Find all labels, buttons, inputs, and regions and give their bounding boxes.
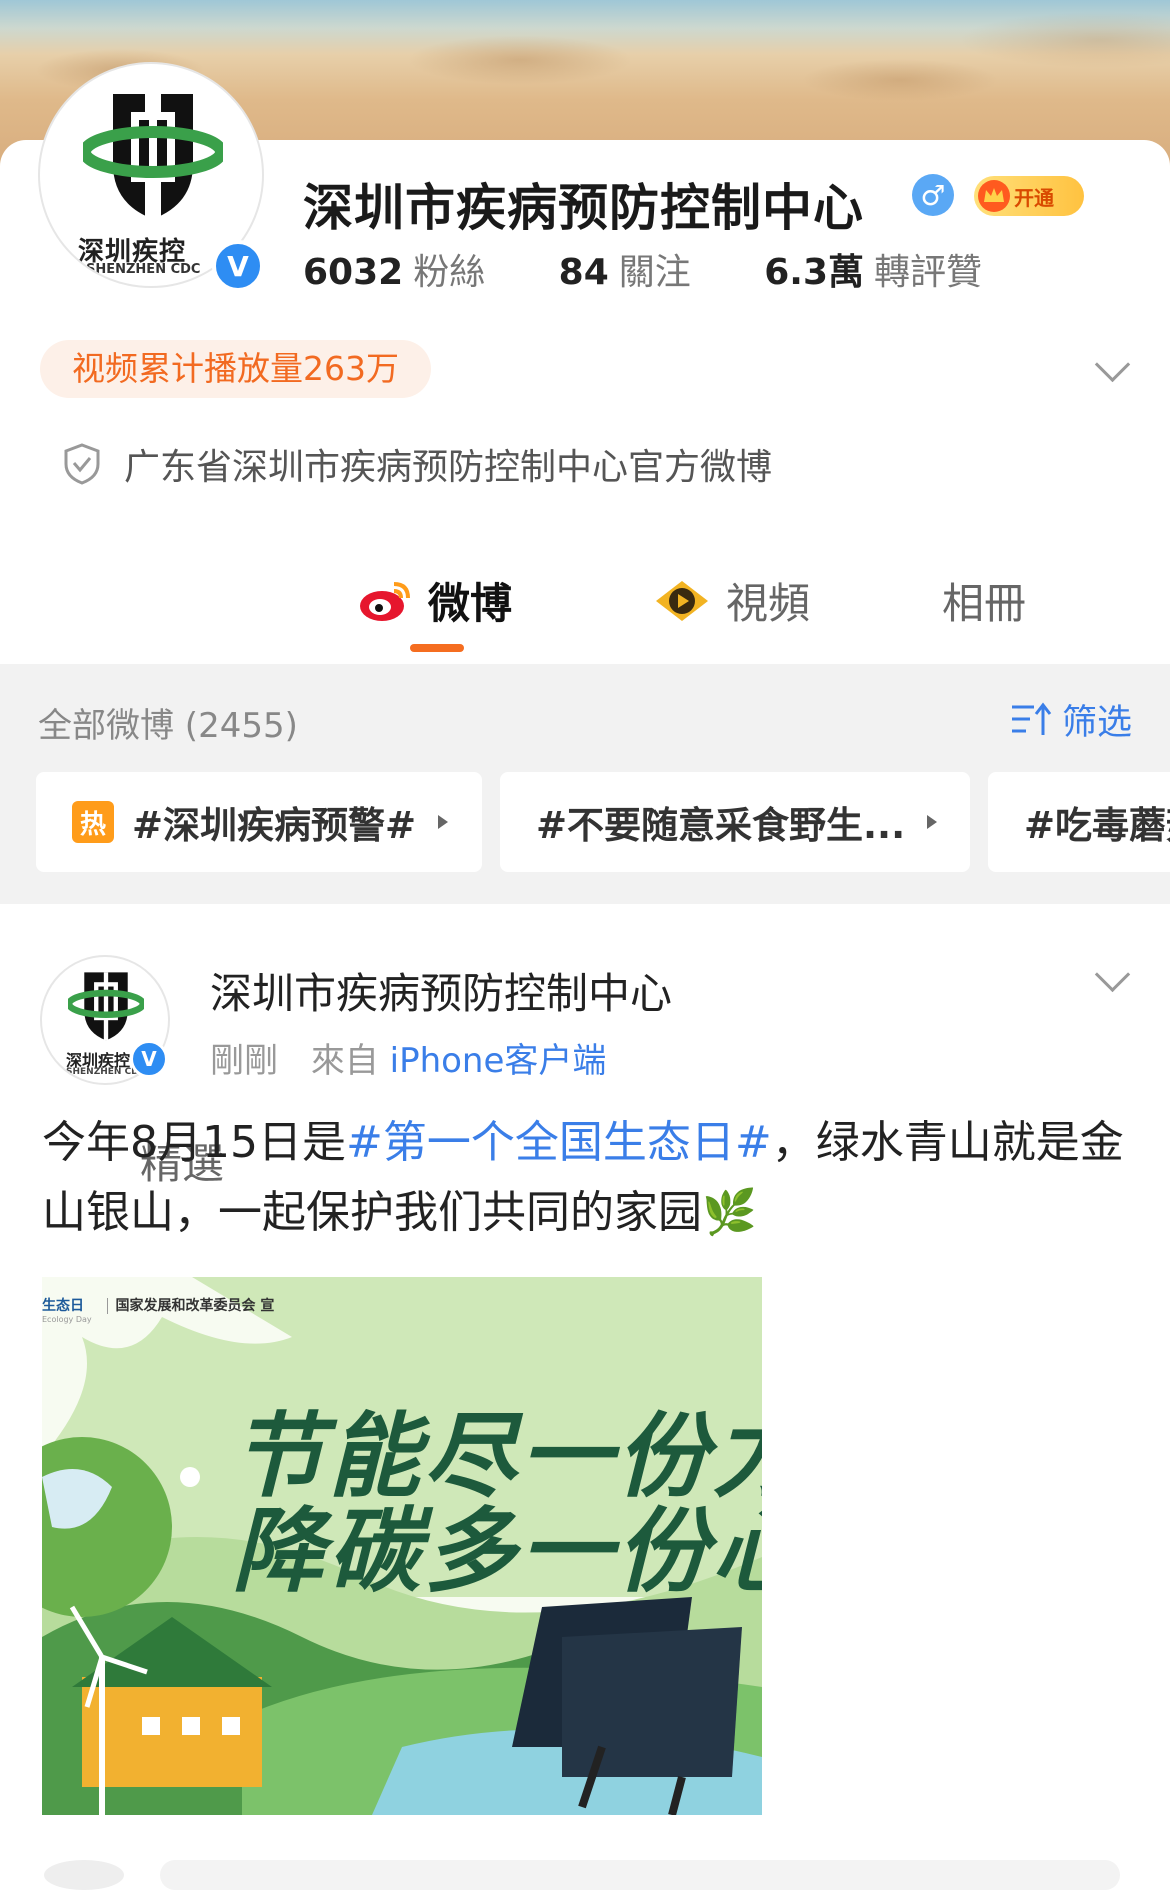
post-source-link[interactable]: iPhone客户端 — [390, 1041, 607, 1081]
poster-header-right: 国家发展和改革委员会 宣 — [106, 1298, 275, 1314]
topic-chip-1-label: #深圳疾病预警# — [132, 804, 417, 847]
play-triangle-icon — [438, 815, 449, 829]
weibo-logo-icon — [360, 581, 410, 621]
avatar-text-en: SHENZHEN CDC — [86, 262, 201, 277]
stat-interactions[interactable]: 6.3萬 轉評贊 — [764, 243, 982, 295]
post-hashtag-link[interactable]: #第一个全国生态日# — [346, 1117, 772, 1168]
stat-following[interactable]: 84 關注 — [559, 243, 691, 295]
tab-video-label: 視頻 — [726, 579, 811, 628]
profile-stats: 6032 粉絲 84 關注 6.3萬 轉評贊 — [303, 243, 982, 295]
filter-sort-icon — [1012, 702, 1052, 735]
hot-badge-icon: 热 — [72, 801, 114, 843]
post-menu-chevron-icon[interactable] — [1094, 956, 1131, 993]
cdc-logo-icon — [83, 94, 223, 219]
poster-header: 生态日 Ecology Day 国家发展和改革委员会 宣 — [42, 1295, 275, 1324]
shield-check-icon — [64, 443, 100, 485]
verified-badge-icon: V — [212, 240, 264, 292]
profile-description: 广东省深圳市疾病预防控制中心官方微博 — [62, 438, 772, 490]
post-text: 今年8月15日是#第一个全国生态日#，绿水青山就是金山银山，一起保护我们共同的家… — [42, 1108, 1132, 1248]
active-tab-indicator — [410, 644, 464, 652]
post-time: 剛剛 — [210, 1041, 278, 1081]
post-source-prefix: 來自 — [310, 1041, 379, 1081]
topic-chip-3[interactable]: #吃毒蘑菇 — [988, 772, 1170, 872]
vip-open-button[interactable]: 开通 — [974, 176, 1084, 216]
poster-headline-2: 降碳多一份心 — [232, 1498, 762, 1605]
description-text: 广东省深圳市疾病预防控制中心官方微博 — [124, 447, 773, 488]
male-gender-icon: ♂ — [912, 174, 954, 216]
filter-button-label: 筛选 — [1062, 703, 1133, 743]
weibo-count-label: 全部微博 (2455) — [38, 706, 298, 746]
filter-button[interactable]: 筛选 — [1010, 694, 1132, 745]
stat-followers[interactable]: 6032 粉絲 — [303, 243, 485, 295]
topic-chip-2-label: #不要随意采食野生... — [536, 804, 906, 847]
play-triangle-icon — [927, 815, 938, 829]
video-channel-icon — [656, 580, 708, 621]
tab-weibo[interactable]: 微博 — [358, 570, 512, 631]
tab-weibo-label: 微博 — [428, 579, 513, 628]
post-image[interactable]: 生态日 Ecology Day 国家发展和改革委员会 宣 节能尽一份力 降碳多一… — [42, 1277, 762, 1815]
topic-chip-2[interactable]: #不要随意采食野生... — [500, 772, 970, 872]
tab-video[interactable]: 視頻 — [652, 570, 810, 631]
tab-album[interactable]: 相冊 — [942, 570, 1026, 631]
plant-emoji-icon: 🌿 — [702, 1187, 757, 1238]
topic-chip-1[interactable]: 热 #深圳疾病预警# — [36, 772, 482, 872]
post-meta: 剛剛 來自 iPhone客户端 — [210, 1033, 606, 1082]
topic-chip-3-label: #吃毒蘑菇 — [1024, 804, 1170, 847]
poster-header-left: 生态日 — [42, 1298, 84, 1314]
verified-badge-icon: V — [130, 1040, 168, 1078]
vip-label: 开通 — [1014, 185, 1054, 210]
post-author-name[interactable]: 深圳市疾病预防控制中心 — [210, 960, 672, 1021]
video-play-count-tag[interactable]: 视频累计播放量263万 — [40, 340, 431, 398]
profile-name: 深圳市疾病预防控制中心 — [303, 179, 864, 237]
post-text-before: 今年8月15日是 — [42, 1117, 346, 1168]
poster-header-left-small: Ecology Day — [42, 1315, 92, 1324]
cdc-logo-icon — [68, 972, 144, 1041]
tab-album-label: 相冊 — [942, 579, 1027, 628]
crown-icon — [978, 180, 1010, 212]
next-post-preview — [0, 1852, 1170, 1890]
